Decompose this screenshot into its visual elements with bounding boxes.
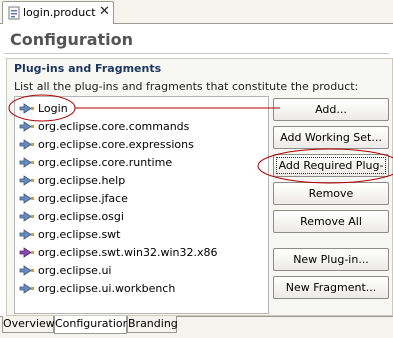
- plugin-icon: [19, 229, 34, 240]
- plugin-icon: [19, 139, 34, 150]
- new-fragment-button[interactable]: New Fragment...: [273, 276, 389, 299]
- plugin-list[interactable]: Login org.eclipse.core.commands org.ecli…: [14, 96, 269, 314]
- list-item[interactable]: org.eclipse.ui.workbench: [19, 280, 175, 297]
- fragment-icon: [19, 247, 34, 258]
- plugin-icon: [19, 265, 34, 276]
- page-title: Configuration: [10, 30, 134, 49]
- remove-button[interactable]: Remove: [273, 182, 389, 205]
- list-item-label: org.eclipse.ui: [38, 264, 112, 277]
- plugin-icon: [19, 283, 34, 294]
- tab-configuration[interactable]: Configuration: [54, 316, 130, 334]
- plugin-icon: [19, 157, 34, 168]
- list-item-label: Login: [38, 102, 68, 115]
- editor-tab-strip: login.product ✕: [0, 0, 393, 24]
- list-item-label: org.eclipse.swt.win32.win32.x86: [38, 246, 218, 259]
- plugin-icon: [19, 193, 34, 204]
- plugin-icon: [19, 121, 34, 132]
- tab-overview[interactable]: Overview: [2, 316, 55, 333]
- list-item-label: org.eclipse.osgi: [38, 210, 124, 223]
- list-item-label: org.eclipse.jface: [38, 192, 128, 205]
- list-item[interactable]: org.eclipse.jface: [19, 190, 128, 207]
- list-item[interactable]: org.eclipse.core.commands: [19, 118, 189, 135]
- add-required-plugins-button[interactable]: Add Required Plug-ins: [273, 154, 389, 193]
- list-item-label: org.eclipse.swt: [38, 228, 121, 241]
- add-button[interactable]: Add...: [273, 98, 389, 121]
- list-item[interactable]: org.eclipse.help: [19, 172, 125, 189]
- list-item[interactable]: org.eclipse.osgi: [19, 208, 124, 225]
- list-item-label: org.eclipse.core.expressions: [38, 138, 194, 151]
- list-item[interactable]: org.eclipse.swt: [19, 226, 120, 243]
- list-item[interactable]: org.eclipse.ui: [19, 262, 111, 279]
- editor-tab-label: login.product: [23, 6, 96, 19]
- list-item-login[interactable]: Login: [19, 100, 68, 117]
- list-item[interactable]: org.eclipse.core.runtime: [19, 154, 172, 171]
- plugin-icon: [19, 211, 34, 222]
- list-item[interactable]: org.eclipse.core.expressions: [19, 136, 194, 153]
- page-tab-bar: Overview Configuration Branding: [0, 316, 393, 338]
- new-plugin-button[interactable]: New Plug-in...: [273, 248, 389, 271]
- list-item-label: org.eclipse.core.runtime: [38, 156, 173, 169]
- close-icon[interactable]: ✕: [99, 4, 110, 20]
- section-description: List all the plug-ins and fragments that…: [14, 80, 359, 93]
- header-separator: [4, 53, 389, 54]
- plugin-icon: [19, 103, 34, 114]
- product-file-icon: [8, 6, 20, 20]
- remove-all-button[interactable]: Remove All: [273, 210, 389, 233]
- list-item[interactable]: org.eclipse.swt.win32.win32.x86: [19, 244, 218, 261]
- list-item-label: org.eclipse.core.commands: [38, 120, 190, 133]
- list-item-label: org.eclipse.help: [38, 174, 126, 187]
- add-working-set-button[interactable]: Add Working Set...: [273, 126, 389, 149]
- list-item-label: org.eclipse.ui.workbench: [38, 282, 176, 295]
- plugin-icon: [19, 175, 34, 186]
- editor-tab-login-product[interactable]: login.product ✕: [2, 1, 114, 24]
- tab-branding[interactable]: Branding: [127, 316, 178, 333]
- section-title: Plug-ins and Fragments: [14, 62, 162, 75]
